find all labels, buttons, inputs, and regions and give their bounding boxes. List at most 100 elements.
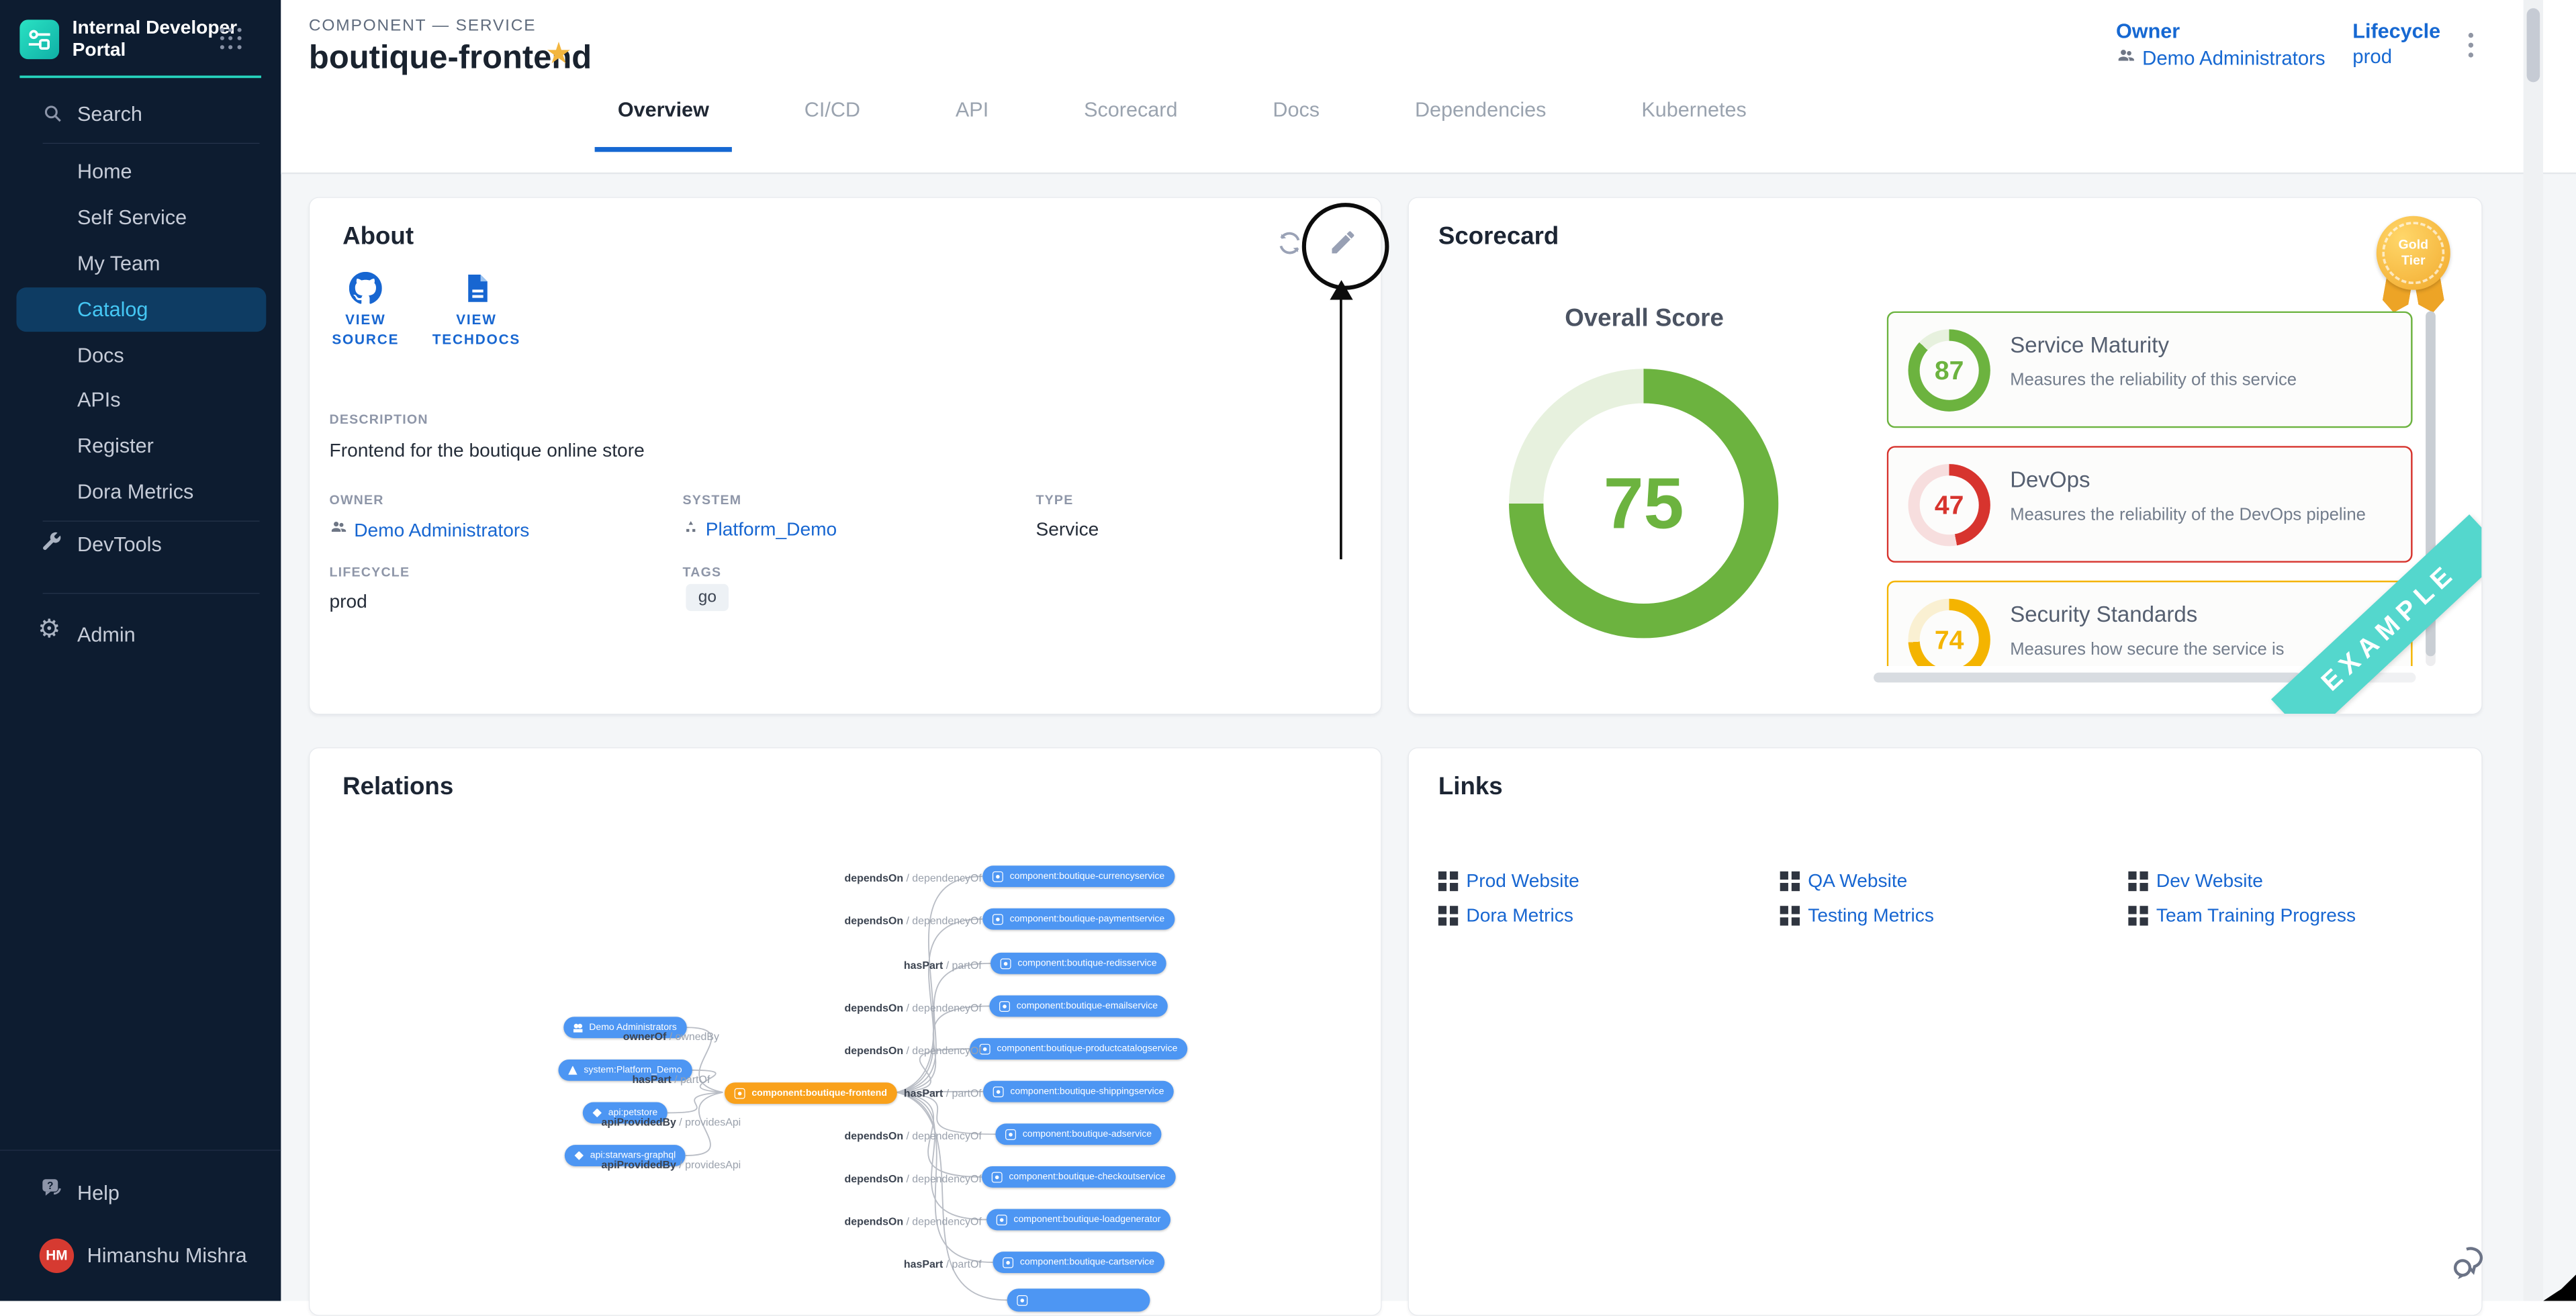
user-name[interactable]: Himanshu Mishra bbox=[87, 1243, 247, 1268]
more-options-icon[interactable] bbox=[2466, 33, 2476, 62]
group-icon bbox=[2116, 46, 2135, 71]
relation-node[interactable]: component:boutique-emailservice bbox=[989, 996, 1167, 1017]
page-scrollbar-thumb[interactable] bbox=[2527, 8, 2540, 82]
tab-scorecard[interactable]: Scorecard bbox=[1061, 99, 1201, 152]
tab-docs[interactable]: Docs bbox=[1250, 99, 1342, 152]
owner-label: Owner bbox=[2116, 19, 2180, 43]
sidebar-item-self-service[interactable]: Self Service bbox=[77, 205, 187, 230]
sidebar-item-apis[interactable]: APIs bbox=[77, 387, 121, 412]
sidebar-item-docs[interactable]: Docs bbox=[77, 343, 124, 368]
metric-donut: 47 bbox=[1908, 464, 1990, 546]
link-prod-website[interactable]: Prod Website bbox=[1438, 869, 1579, 892]
relations-card: Relations component:boutique-frontend De… bbox=[309, 747, 1382, 1315]
sidebar-item-my-team[interactable]: My Team bbox=[77, 251, 160, 276]
component-icon bbox=[993, 871, 1003, 882]
edge-label: hasPart / partOf bbox=[632, 1073, 710, 1085]
sidebar-item-admin[interactable]: Admin bbox=[77, 622, 136, 647]
link-team-training-progress[interactable]: Team Training Progress bbox=[2128, 904, 2356, 927]
relation-node[interactable]: component:boutique-paymentservice bbox=[982, 908, 1175, 930]
annotation-circle bbox=[1302, 203, 1389, 290]
edge-label: ownerOf / ownedBy bbox=[623, 1031, 719, 1043]
gear-icon: ⚙ bbox=[38, 614, 60, 644]
link-qa-website[interactable]: QA Website bbox=[1780, 869, 1908, 892]
link-dev-website[interactable]: Dev Website bbox=[2128, 869, 2263, 892]
scorecard-metrics-list: 87 Service Maturity Measures the reliabi… bbox=[1887, 312, 2416, 666]
relation-node[interactable]: component:boutique-productcatalogservice bbox=[970, 1038, 1187, 1060]
view-techdocs-button[interactable]: VIEW TECHDOCS bbox=[415, 272, 538, 350]
link-testing-metrics[interactable]: Testing Metrics bbox=[1780, 904, 1934, 927]
tab-overview[interactable]: Overview bbox=[595, 99, 733, 152]
system-field-link[interactable]: Platform_Demo bbox=[682, 518, 837, 540]
component-icon bbox=[992, 1172, 1003, 1182]
system-icon bbox=[568, 1066, 577, 1074]
links-title: Links bbox=[1438, 773, 1503, 801]
refresh-icon[interactable] bbox=[1276, 229, 1304, 261]
favorite-star-icon[interactable]: ★ bbox=[545, 36, 571, 70]
dashboard-icon bbox=[1438, 906, 1446, 914]
sidebar-divider bbox=[43, 593, 260, 594]
annotation-arrow bbox=[1340, 298, 1342, 559]
owner-link[interactable]: Demo Administrators bbox=[2116, 46, 2326, 71]
tag-chip-go[interactable]: go bbox=[686, 584, 729, 611]
group-icon bbox=[573, 1023, 582, 1032]
page-scrollbar[interactable] bbox=[2524, 0, 2543, 1301]
sidebar: Internal Developer Portal Search Home Se… bbox=[0, 0, 281, 1301]
tab-cicd[interactable]: CI/CD bbox=[782, 99, 884, 152]
relation-node[interactable]: component:boutique-shippingservice bbox=[983, 1081, 1174, 1102]
tab-kubernetes[interactable]: Kubernetes bbox=[1618, 99, 1769, 152]
edge-label: apiProvidedBy / providesApi bbox=[602, 1116, 741, 1128]
tab-api[interactable]: API bbox=[933, 99, 1012, 152]
sidebar-divider bbox=[43, 143, 260, 144]
sidebar-item-search[interactable]: Search bbox=[77, 102, 142, 127]
lifecycle-value: prod bbox=[2352, 46, 2392, 68]
user-avatar[interactable]: HM bbox=[40, 1239, 74, 1273]
relation-node[interactable]: component:boutique-adservice bbox=[995, 1123, 1161, 1145]
dashboard-icon bbox=[1780, 906, 1788, 914]
sidebar-divider bbox=[0, 1149, 281, 1150]
sidebar-item-dora-metrics[interactable]: Dora Metrics bbox=[77, 479, 193, 504]
component-icon bbox=[997, 1215, 1007, 1225]
metric-card-service-maturity[interactable]: 87 Service Maturity Measures the reliabi… bbox=[1887, 312, 2413, 428]
view-source-button[interactable]: VIEW SOURCE bbox=[316, 272, 415, 350]
scorecard-card: Scorecard Gold Tier Overall Score 75 87 … bbox=[1408, 197, 2483, 715]
group-icon bbox=[330, 518, 348, 541]
entity-header: COMPONENT — SERVICE boutique-frontend ★ … bbox=[281, 0, 2576, 174]
relation-node[interactable]: component:boutique-cartservice bbox=[993, 1252, 1164, 1273]
edge-label: dependsOn / dependencyOf bbox=[845, 1130, 982, 1142]
relation-node[interactable] bbox=[1007, 1288, 1150, 1311]
brand-divider bbox=[19, 76, 261, 79]
component-icon bbox=[1003, 1257, 1013, 1268]
tab-dependencies[interactable]: Dependencies bbox=[1392, 99, 1569, 152]
edge-label: hasPart / partOf bbox=[904, 959, 982, 971]
link-dora-metrics[interactable]: Dora Metrics bbox=[1438, 904, 1573, 927]
metric-donut: 74 bbox=[1908, 599, 1990, 666]
help-icon: ? bbox=[40, 1176, 64, 1205]
metrics-hscrollbar-thumb[interactable] bbox=[1874, 673, 2301, 683]
apps-grid-icon[interactable] bbox=[220, 28, 242, 50]
metric-card-devops[interactable]: 47 DevOps Measures the reliability of th… bbox=[1887, 446, 2413, 563]
scorecard-title: Scorecard bbox=[1438, 222, 1559, 250]
sidebar-item-register[interactable]: Register bbox=[77, 434, 154, 459]
tags-field-label: TAGS bbox=[682, 566, 721, 581]
relation-node[interactable]: component:boutique-currencyservice bbox=[982, 865, 1175, 887]
description-label: DESCRIPTION bbox=[330, 413, 428, 428]
edge-label: dependsOn / dependencyOf bbox=[845, 914, 982, 927]
gold-tier-label: Gold Tier bbox=[2387, 238, 2440, 269]
annotation-arrowhead bbox=[1330, 280, 1352, 299]
github-icon bbox=[349, 272, 382, 305]
sidebar-item-home[interactable]: Home bbox=[77, 159, 132, 184]
edge-label: dependsOn / dependencyOf bbox=[845, 872, 982, 884]
relation-node[interactable]: component:boutique-redisservice bbox=[991, 953, 1166, 974]
owner-field-link[interactable]: Demo Administrators bbox=[330, 518, 530, 541]
relation-node[interactable]: component:boutique-checkoutservice bbox=[982, 1166, 1175, 1188]
sidebar-item-catalog[interactable]: Catalog bbox=[77, 297, 148, 322]
relation-node-center[interactable]: component:boutique-frontend bbox=[725, 1082, 897, 1104]
sidebar-item-help[interactable]: Help bbox=[77, 1181, 120, 1206]
component-icon bbox=[735, 1088, 745, 1098]
type-field-label: TYPE bbox=[1036, 493, 1073, 508]
docs-icon bbox=[460, 272, 493, 305]
component-icon bbox=[1017, 1295, 1027, 1305]
sidebar-item-devtools[interactable]: DevTools bbox=[77, 532, 162, 557]
relation-node[interactable]: component:boutique-loadgenerator bbox=[986, 1209, 1170, 1231]
chat-icon[interactable] bbox=[2448, 1239, 2491, 1286]
